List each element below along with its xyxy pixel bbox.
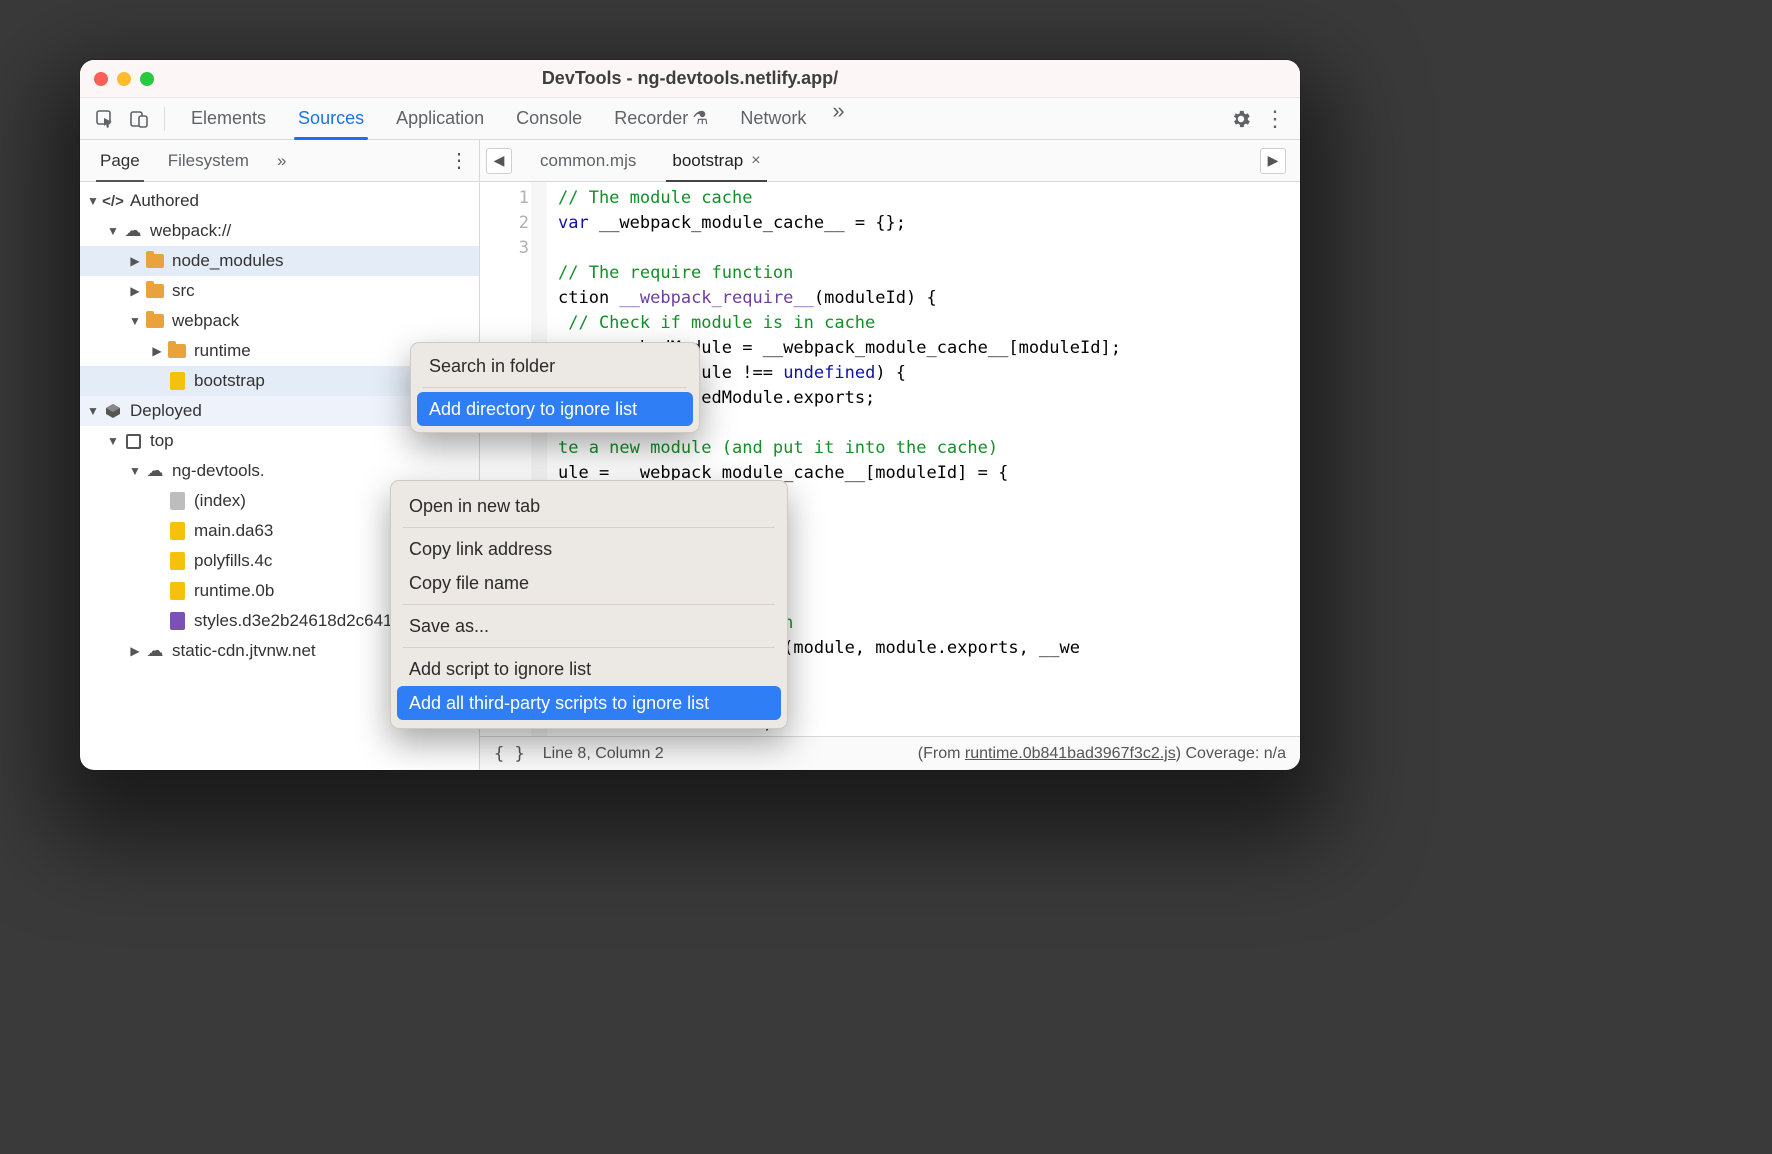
zoom-window-button[interactable] — [140, 72, 154, 86]
titlebar: DevTools - ng-devtools.netlify.app/ — [80, 60, 1300, 98]
flask-icon: ⚗ — [692, 108, 708, 129]
navigator-tabs-overflow[interactable]: » — [263, 140, 300, 181]
tab-sources[interactable]: Sources — [282, 98, 380, 139]
navigator-tabstrip: Page Filesystem » ⋮ — [80, 140, 479, 182]
context-menu-folder: Search in folder Add directory to ignore… — [410, 342, 700, 433]
tabs-overflow-button[interactable]: » — [822, 98, 854, 139]
tree-src[interactable]: ▶src — [80, 276, 479, 306]
nav-forward-button[interactable]: ▶ — [1260, 148, 1286, 174]
folder-icon — [146, 314, 164, 328]
navigator-tab-page[interactable]: Page — [86, 140, 154, 181]
ctx-open-new-tab[interactable]: Open in new tab — [391, 489, 787, 523]
tree-webpack-folder[interactable]: ▼webpack — [80, 306, 479, 336]
main-tabstrip: Elements Sources Application Console Rec… — [80, 98, 1300, 140]
source-link[interactable]: runtime.0b841bad3967f3c2.js — [965, 745, 1176, 762]
js-file-icon — [170, 522, 185, 540]
ctx-save-as[interactable]: Save as... — [391, 609, 787, 643]
js-file-icon — [170, 582, 185, 600]
js-file-icon — [170, 372, 185, 390]
css-file-icon — [170, 612, 185, 630]
tab-elements[interactable]: Elements — [175, 98, 282, 139]
document-file-icon — [170, 492, 185, 510]
editor-tabstrip: ◀ common.mjs bootstrap× ▶ — [480, 140, 1300, 182]
pretty-print-icon[interactable]: { } — [494, 744, 525, 764]
navigator-more-icon[interactable]: ⋮ — [445, 148, 473, 173]
inspect-element-icon[interactable] — [90, 104, 120, 134]
nav-back-button[interactable]: ◀ — [486, 148, 512, 174]
ctx-add-all-third-party-ignore[interactable]: Add all third-party scripts to ignore li… — [397, 686, 781, 720]
frame-icon — [126, 434, 141, 449]
close-tab-icon[interactable]: × — [751, 152, 760, 170]
folder-icon — [146, 284, 164, 298]
tree-authored[interactable]: ▼</>Authored — [80, 186, 479, 216]
close-window-button[interactable] — [94, 72, 108, 86]
tree-node-modules[interactable]: ▶node_modules — [80, 246, 479, 276]
source-origin: (From runtime.0b841bad3967f3c2.js) Cover… — [918, 745, 1286, 763]
tab-application[interactable]: Application — [380, 98, 500, 139]
file-tab-common[interactable]: common.mjs — [524, 140, 652, 181]
ctx-add-directory-ignore[interactable]: Add directory to ignore list — [417, 392, 693, 426]
cloud-icon: ☁ — [144, 641, 166, 661]
devtools-window: DevTools - ng-devtools.netlify.app/ Elem… — [80, 60, 1300, 770]
window-title: DevTools - ng-devtools.netlify.app/ — [80, 68, 1300, 89]
tab-console[interactable]: Console — [500, 98, 598, 139]
minimize-window-button[interactable] — [117, 72, 131, 86]
tab-network[interactable]: Network — [724, 98, 822, 139]
cloud-icon: ☁ — [144, 461, 166, 481]
folder-icon — [146, 254, 164, 268]
tab-recorder[interactable]: Recorder⚗ — [598, 98, 724, 139]
ctx-copy-filename[interactable]: Copy file name — [391, 566, 787, 600]
ctx-copy-link[interactable]: Copy link address — [391, 532, 787, 566]
folder-icon — [168, 344, 186, 358]
settings-gear-icon[interactable] — [1226, 104, 1256, 134]
device-toolbar-icon[interactable] — [124, 104, 154, 134]
cursor-position: Line 8, Column 2 — [543, 745, 664, 763]
navigator-tab-filesystem[interactable]: Filesystem — [154, 140, 263, 181]
ctx-add-script-ignore[interactable]: Add script to ignore list — [391, 652, 787, 686]
deployed-icon — [105, 403, 121, 419]
ctx-search-in-folder[interactable]: Search in folder — [411, 349, 699, 383]
context-menu-file: Open in new tab Copy link address Copy f… — [390, 480, 788, 729]
code-icon: </> — [102, 193, 124, 210]
cloud-icon: ☁ — [122, 221, 144, 241]
tree-webpack-scheme[interactable]: ▼☁webpack:// — [80, 216, 479, 246]
editor-statusbar: { } Line 8, Column 2 (From runtime.0b841… — [480, 736, 1300, 770]
js-file-icon — [170, 552, 185, 570]
more-menu-icon[interactable]: ⋮ — [1260, 104, 1290, 134]
file-tab-bootstrap[interactable]: bootstrap× — [656, 140, 776, 181]
